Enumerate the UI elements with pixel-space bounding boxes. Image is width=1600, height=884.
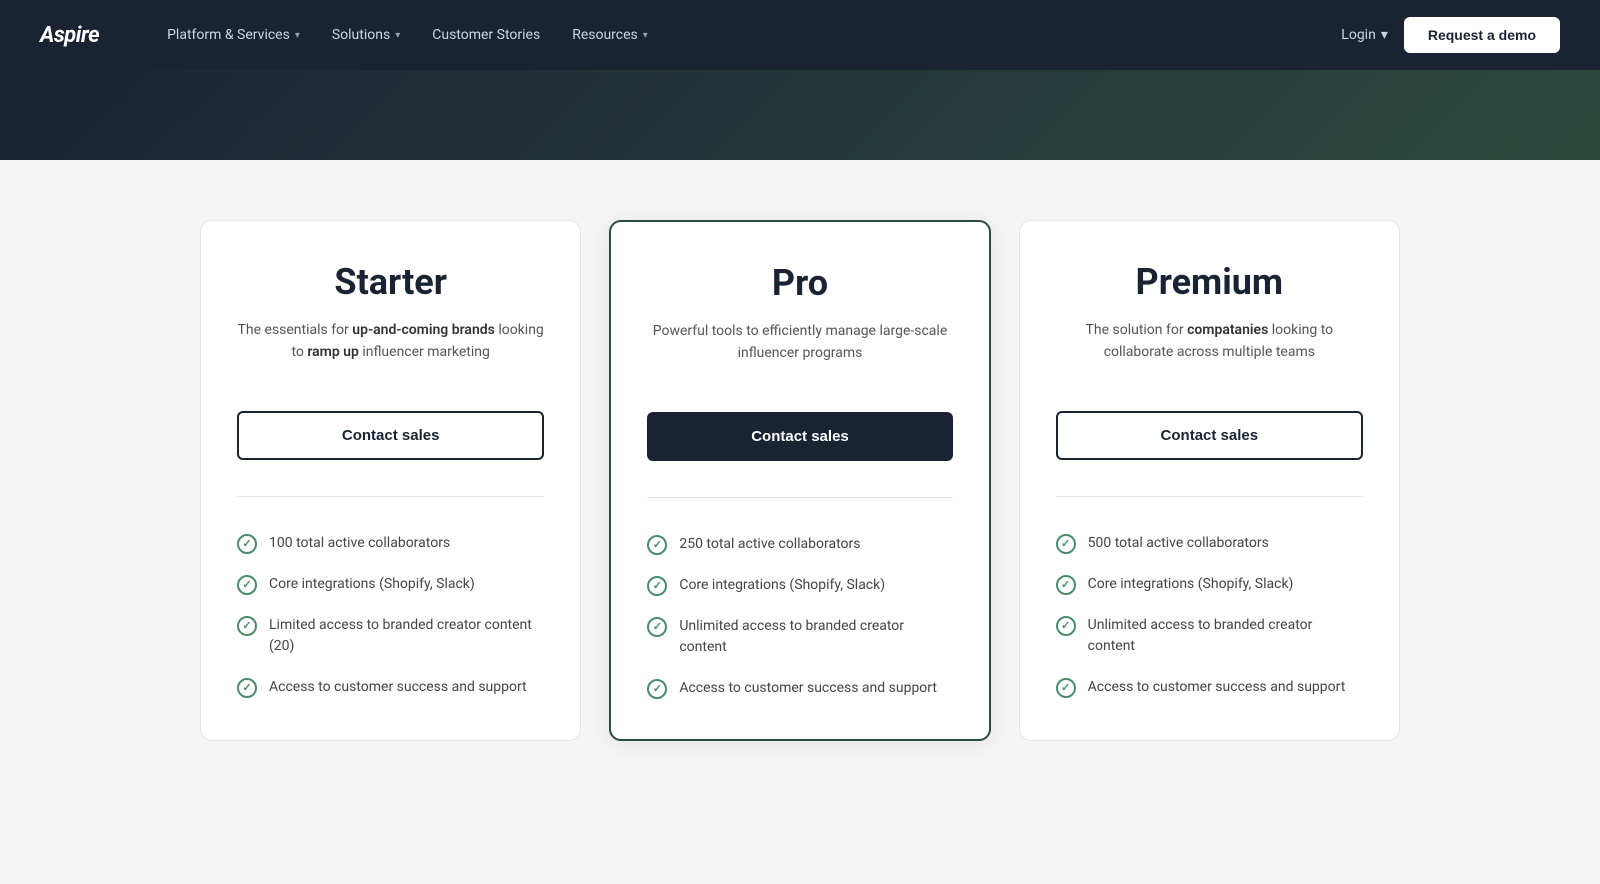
list-item: Unlimited access to branded creator cont… — [1056, 615, 1363, 657]
list-item: Unlimited access to branded creator cont… — [647, 616, 952, 658]
login-button[interactable]: Login ▾ — [1341, 27, 1388, 43]
hero-strip — [0, 70, 1600, 160]
divider — [237, 496, 544, 497]
list-item: 100 total active collaborators — [237, 533, 544, 554]
starter-card: Starter The essentials for up-and-coming… — [200, 220, 581, 741]
check-icon — [237, 678, 257, 698]
check-icon — [647, 535, 667, 555]
pricing-grid: Starter The essentials for up-and-coming… — [200, 220, 1400, 741]
list-item: Core integrations (Shopify, Slack) — [647, 575, 952, 596]
list-item: Core integrations (Shopify, Slack) — [1056, 574, 1363, 595]
list-item: 500 total active collaborators — [1056, 533, 1363, 554]
pricing-section: Starter The essentials for up-and-coming… — [0, 160, 1600, 884]
divider — [1056, 496, 1363, 497]
list-item: Access to customer success and support — [647, 678, 952, 699]
nav-platform-services[interactable]: Platform & Services ▾ — [155, 19, 312, 51]
premium-features: 500 total active collaborators Core inte… — [1056, 533, 1363, 698]
chevron-down-icon: ▾ — [395, 30, 400, 41]
nav-right: Login ▾ Request a demo — [1341, 17, 1560, 53]
chevron-down-icon: ▾ — [1381, 27, 1388, 43]
nav-resources[interactable]: Resources ▾ — [560, 19, 660, 51]
pro-features: 250 total active collaborators Core inte… — [647, 534, 952, 699]
check-icon — [237, 534, 257, 554]
check-icon — [647, 576, 667, 596]
check-icon — [1056, 534, 1076, 554]
check-icon — [1056, 678, 1076, 698]
list-item: Core integrations (Shopify, Slack) — [237, 574, 544, 595]
starter-features: 100 total active collaborators Core inte… — [237, 533, 544, 698]
site-logo[interactable]: Aspire — [40, 23, 99, 48]
starter-contact-btn[interactable]: Contact sales — [237, 411, 544, 460]
pro-contact-btn[interactable]: Contact sales — [647, 412, 952, 461]
chevron-down-icon: ▾ — [643, 30, 648, 41]
list-item: Access to customer success and support — [1056, 677, 1363, 698]
check-icon — [647, 679, 667, 699]
nav-links: Platform & Services ▾ Solutions ▾ Custom… — [155, 19, 1309, 51]
nav-solutions[interactable]: Solutions ▾ — [320, 19, 412, 51]
premium-desc: The solution for compatanies looking to … — [1056, 319, 1363, 383]
request-demo-button[interactable]: Request a demo — [1404, 17, 1560, 53]
list-item: Access to customer success and support — [237, 677, 544, 698]
check-icon — [1056, 616, 1076, 636]
pro-title: Pro — [647, 262, 952, 304]
list-item: Limited access to branded creator conten… — [237, 615, 544, 657]
check-icon — [647, 617, 667, 637]
navbar: Aspire Platform & Services ▾ Solutions ▾… — [0, 0, 1600, 70]
starter-title: Starter — [237, 261, 544, 303]
check-icon — [1056, 575, 1076, 595]
pro-desc: Powerful tools to efficiently manage lar… — [647, 320, 952, 384]
starter-desc: The essentials for up-and-coming brands … — [237, 319, 544, 383]
premium-contact-btn[interactable]: Contact sales — [1056, 411, 1363, 460]
pro-card: Pro Powerful tools to efficiently manage… — [609, 220, 990, 741]
list-item: 250 total active collaborators — [647, 534, 952, 555]
premium-title: Premium — [1056, 261, 1363, 303]
premium-card: Premium The solution for compatanies loo… — [1019, 220, 1400, 741]
check-icon — [237, 616, 257, 636]
check-icon — [237, 575, 257, 595]
chevron-down-icon: ▾ — [295, 30, 300, 41]
nav-customer-stories[interactable]: Customer Stories — [420, 19, 552, 51]
divider — [647, 497, 952, 498]
